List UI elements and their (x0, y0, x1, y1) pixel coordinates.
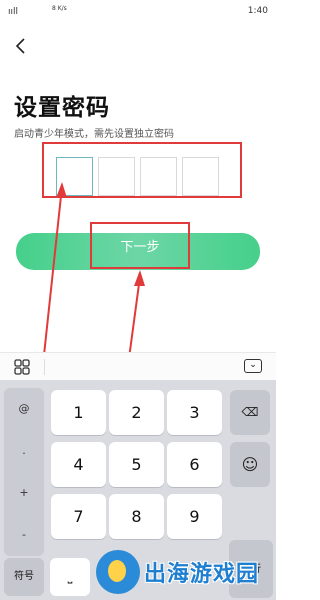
key-dot[interactable]: . (4, 444, 44, 457)
clock: 1:40 (247, 6, 268, 16)
arrow-to-button (134, 270, 145, 286)
space-key[interactable]: ⎵ (50, 558, 90, 596)
chevron-left-icon[interactable] (12, 37, 30, 55)
symbol-column[interactable]: @ . + - (4, 388, 44, 556)
key-5[interactable]: 5 (109, 442, 164, 487)
status-bar: ııll 8 K/s 1:40 (0, 0, 276, 22)
emoji-key[interactable]: ☺ (230, 442, 270, 487)
grid-icon[interactable] (14, 359, 30, 375)
next-button-label[interactable]: 下一步 (90, 222, 190, 269)
key-6[interactable]: 6 (167, 442, 222, 487)
pin-digit-4[interactable] (182, 157, 219, 196)
watermark: 出海游戏园 (96, 550, 271, 594)
key-7[interactable]: 7 (51, 494, 106, 539)
key-at[interactable]: @ (4, 402, 44, 415)
key-9[interactable]: 9 (167, 494, 222, 539)
pin-digit-3[interactable] (140, 157, 177, 196)
page-subtitle: 启动青少年模式，需先设置独立密码 (14, 129, 174, 140)
network-speed: 8 K/s (52, 5, 67, 12)
page-title: 设置密码 (14, 95, 110, 121)
signal-icon: ııll (8, 7, 19, 17)
key-4[interactable]: 4 (51, 442, 106, 487)
arrow-to-pin-shaft (43, 195, 62, 356)
watermark-logo-icon (96, 550, 140, 594)
keyboard-hide-icon[interactable]: ⌄ (244, 359, 262, 373)
key-2[interactable]: 2 (109, 390, 164, 435)
pin-digit-1[interactable] (56, 157, 93, 196)
watermark-text: 出海游戏园 (144, 562, 260, 587)
key-8[interactable]: 8 (109, 494, 164, 539)
key-1[interactable]: 1 (51, 390, 106, 435)
key-minus[interactable]: - (4, 528, 44, 541)
toolbar-divider (44, 359, 45, 375)
key-plus[interactable]: + (4, 486, 44, 499)
symbol-key[interactable]: 符号 (4, 558, 44, 596)
delete-key[interactable]: ⌫ (230, 390, 270, 435)
keyboard-toolbar: ⌄ (0, 352, 276, 380)
key-3[interactable]: 3 (167, 390, 222, 435)
pin-digit-2[interactable] (98, 157, 135, 196)
